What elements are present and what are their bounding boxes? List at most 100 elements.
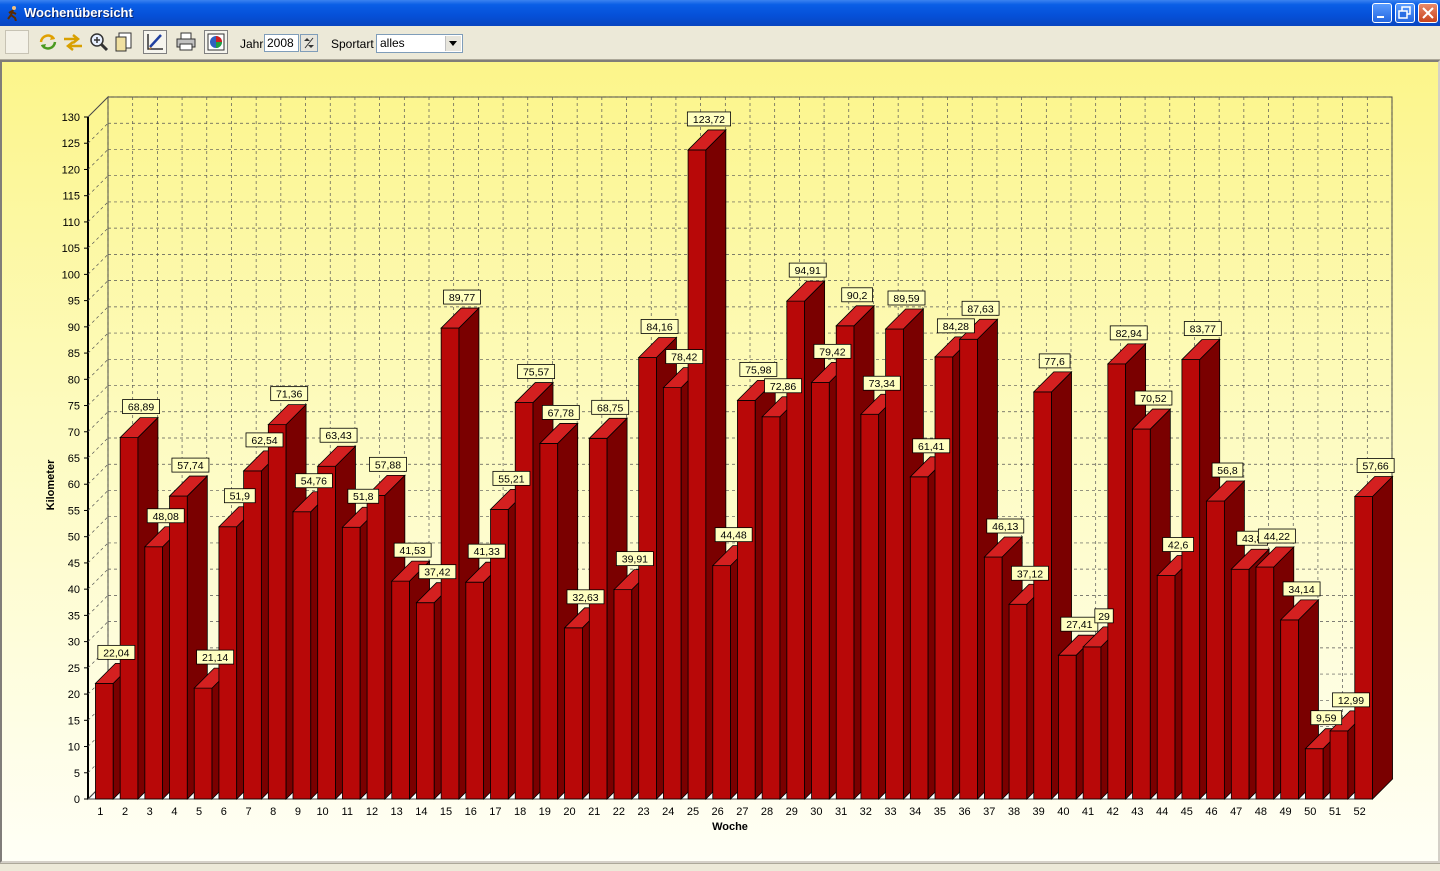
x-tick-label: 18 — [514, 806, 526, 818]
close-button[interactable] — [1418, 3, 1438, 23]
year-spin-button[interactable] — [300, 34, 318, 52]
x-tick-label: 12 — [366, 806, 378, 818]
data-label-text: 82,94 — [1116, 328, 1142, 340]
bar-front — [761, 416, 781, 800]
x-tick-label: 43 — [1131, 806, 1143, 818]
data-label: 68,75 — [591, 399, 630, 415]
dropdown-arrow[interactable] — [445, 36, 461, 51]
close-icon — [1422, 7, 1434, 19]
data-label-text: 21,14 — [202, 652, 228, 664]
x-tick-label: 24 — [662, 806, 674, 818]
copy-button[interactable] — [112, 30, 136, 54]
palette-button[interactable] — [204, 30, 228, 54]
y-tick-label: 15 — [68, 715, 80, 727]
x-tick-label: 19 — [539, 806, 551, 818]
bar-front — [983, 556, 1003, 800]
data-label-text: 75,98 — [745, 364, 771, 376]
blank-button[interactable] — [5, 30, 29, 54]
data-label-text: 73,34 — [869, 378, 895, 390]
bar-front — [737, 399, 756, 800]
refresh-button[interactable] — [36, 30, 60, 54]
bar-front — [1082, 646, 1102, 800]
data-label: 44,48 — [714, 527, 753, 543]
y-gridline-side — [87, 595, 109, 616]
y-tick-label: 85 — [68, 348, 80, 360]
data-label: 41,53 — [393, 542, 432, 558]
data-label: 79,42 — [813, 343, 852, 359]
x-tick-label: 44 — [1156, 806, 1168, 818]
data-label: 48,08 — [146, 508, 185, 524]
data-label-text: 27,41 — [1066, 619, 1092, 631]
data-label-text: 57,74 — [177, 460, 203, 472]
y-tick-label: 20 — [68, 689, 80, 701]
x-tick-label: 46 — [1205, 806, 1217, 818]
x-tick-label: 28 — [761, 806, 773, 818]
swap-button[interactable] — [61, 30, 85, 54]
y-gridline-side — [87, 490, 109, 511]
data-label-text: 12,99 — [1338, 695, 1364, 707]
bar-front — [169, 495, 188, 800]
sport-select[interactable]: alles — [376, 34, 463, 53]
bar-front — [119, 437, 139, 800]
y-tick-label: 35 — [68, 610, 80, 622]
bar-front — [1107, 363, 1127, 800]
data-label: 32,63 — [566, 589, 605, 605]
x-tick-label: 51 — [1329, 806, 1341, 818]
y-tick-label: 95 — [68, 296, 80, 308]
minimize-button[interactable] — [1372, 3, 1392, 23]
y-gridline-side — [87, 568, 109, 590]
y-gridline-side — [87, 621, 109, 642]
x-tick-label: 36 — [958, 806, 970, 818]
year-input[interactable] — [264, 34, 299, 52]
data-label: 12,99 — [1332, 692, 1370, 708]
bar-front — [317, 465, 336, 800]
x-tick-label: 34 — [909, 806, 921, 818]
bar-front — [193, 687, 213, 800]
x-tick-label: 9 — [295, 806, 301, 818]
x-tick-label: 50 — [1304, 806, 1316, 818]
y-gridline-side — [87, 280, 109, 301]
y-gridline-side — [87, 516, 109, 537]
data-label-text: 55,21 — [498, 473, 524, 485]
y-tick-label: 70 — [68, 427, 80, 439]
restore-button[interactable] — [1395, 3, 1415, 23]
bar-front — [885, 328, 904, 800]
data-label-text: 61,41 — [918, 441, 944, 453]
data-label: 9,59 — [1310, 710, 1343, 726]
bar-front — [292, 511, 312, 800]
print-button[interactable] — [174, 30, 198, 54]
data-label: 68,89 — [122, 399, 160, 414]
bar-front — [909, 476, 929, 800]
data-label: 75,57 — [517, 364, 556, 379]
data-label-text: 71,36 — [276, 389, 302, 401]
x-tick-label: 30 — [810, 806, 822, 818]
bar-front — [465, 581, 485, 800]
zoom-button[interactable] — [87, 30, 111, 54]
data-label: 29 — [1094, 608, 1114, 624]
x-tick-label: 33 — [884, 806, 896, 818]
bar-front — [1033, 391, 1052, 800]
y-gridline-side — [87, 437, 109, 459]
data-label-text: 84,28 — [943, 321, 969, 333]
spin-arrows-icon — [304, 37, 314, 49]
bar-front — [1304, 748, 1324, 800]
x-tick-label: 1 — [97, 806, 103, 818]
data-label-text: 62,54 — [251, 435, 277, 447]
bar-front — [811, 381, 830, 800]
bar-front — [95, 682, 114, 800]
weekly-bar-chart: 0510152025303540455055606570758085909510… — [45, 95, 1395, 833]
data-label: 54,76 — [294, 473, 333, 489]
y-tick-label: 100 — [62, 269, 80, 281]
data-label: 90,2 — [841, 287, 873, 303]
data-label: 89,77 — [443, 289, 481, 305]
y-gridline-side — [87, 542, 109, 564]
edit-chart-icon — [147, 34, 163, 50]
x-tick-label: 17 — [489, 806, 501, 818]
bar-front — [1008, 603, 1028, 800]
palette-icon — [207, 33, 225, 51]
data-label: 73,34 — [862, 375, 901, 391]
data-label-text: 51,9 — [230, 491, 251, 503]
edit-chart-button[interactable] — [143, 30, 167, 54]
data-label: 37,42 — [418, 564, 457, 580]
data-label-text: 9,59 — [1316, 713, 1337, 725]
